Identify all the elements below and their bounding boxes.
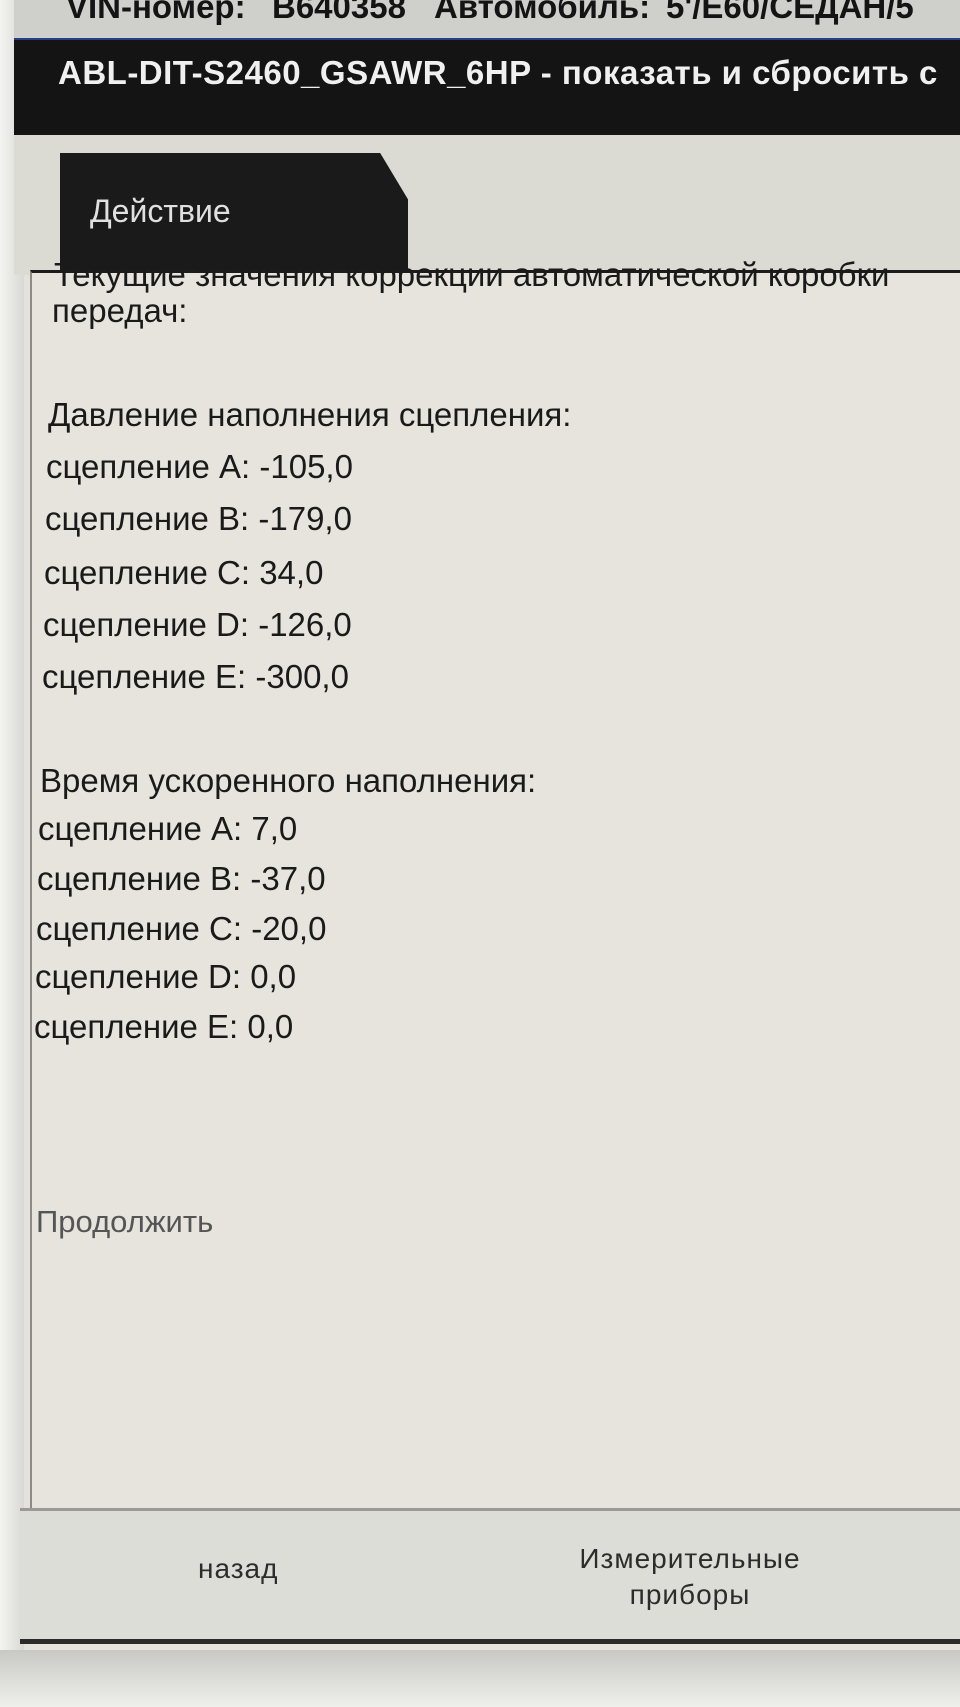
measuring-instruments-button[interactable]: Измерительные приборы	[560, 1541, 820, 1613]
vin-label: VIN-номер:	[66, 0, 246, 25]
list-item: сцепление D: 0,0	[35, 958, 297, 995]
tab-action-label: Действие	[90, 193, 231, 229]
intro-line-1: Текущие значения коррекции автоматическо…	[54, 256, 890, 293]
page-title: ABL-DIT-S2460_GSAWR_6HP - показать и сбр…	[58, 54, 938, 91]
tab-row: Действие	[14, 135, 960, 275]
measuring-instruments-label-1: Измерительные	[579, 1543, 801, 1574]
car-value: 5'/E60/СЕДАН/5	[666, 0, 914, 25]
list-item: сцепление A: -105,0	[46, 448, 353, 485]
footer-bar: назад Измерительные приборы	[20, 1511, 960, 1644]
section-fast-fill-title: Время ускоренного наполнения:	[40, 762, 537, 799]
title-bar: ABL-DIT-S2460_GSAWR_6HP - показать и сбр…	[14, 40, 960, 135]
monitor-bezel-bottom	[0, 1650, 960, 1707]
vehicle-info-bar: VIN-номер: B640358 Автомобиль: 5'/E60/СЕ…	[14, 0, 960, 41]
back-button[interactable]: назад	[198, 1553, 278, 1585]
list-item: сцепление E: 0,0	[34, 1008, 294, 1045]
list-item: сцепление B: -179,0	[45, 500, 352, 537]
continue-link[interactable]: Продолжить	[36, 1204, 213, 1240]
list-item: сцепление C: 34,0	[44, 554, 324, 591]
car-label: Автомобиль:	[434, 0, 651, 25]
vin-value: B640358	[272, 0, 406, 25]
list-item: сцепление C: -20,0	[36, 910, 327, 947]
measuring-instruments-label-2: приборы	[629, 1579, 751, 1610]
list-item: сцепление B: -37,0	[37, 860, 326, 897]
list-item: сцепление D: -126,0	[43, 606, 352, 643]
intro-line-2: передач:	[52, 292, 188, 329]
list-item: сцепление A: 7,0	[38, 810, 298, 847]
list-item: сцепление E: -300,0	[42, 658, 349, 695]
section-fill-pressure-title: Давление наполнения сцепления:	[48, 396, 572, 433]
